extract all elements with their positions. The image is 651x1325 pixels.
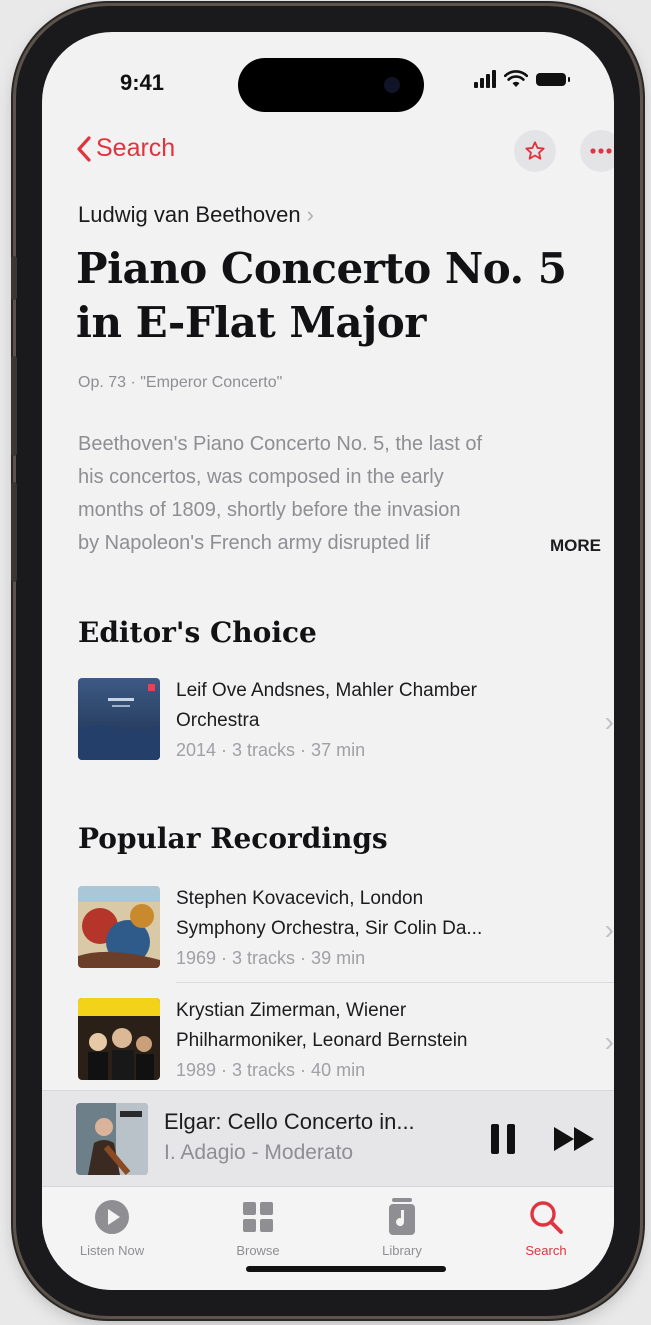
pause-button[interactable] — [488, 1123, 518, 1160]
description-line: Beethoven's Piano Concerto No. 5, the la… — [78, 433, 483, 455]
recording-meta: 1989 · 3 tracks · 40 min — [176, 1060, 366, 1080]
description-line: his concertos, was composed in the early — [78, 466, 444, 488]
title-line-2: in E-Flat Major — [76, 298, 426, 347]
chevron-right-icon: › — [604, 706, 614, 737]
tab-listen-now[interactable]: Listen Now — [62, 1197, 162, 1258]
now-playing-subtitle: I. Adagio - Moderato — [164, 1141, 354, 1164]
dynamic-island — [238, 58, 424, 112]
recording-artists-cont: Orchestra — [176, 710, 260, 731]
action-button — [11, 256, 17, 300]
recording-meta: 2014 · 3 tracks · 37 min — [176, 740, 366, 760]
recording-meta: 1969 · 3 tracks · 39 min — [176, 948, 366, 968]
recording-artists-cont: Philharmoniker, Leonard Bernstein — [176, 1030, 468, 1051]
pause-icon — [491, 1124, 515, 1154]
tab-label: Listen Now — [79, 1243, 145, 1258]
signal-icon — [474, 70, 496, 88]
ellipsis-icon — [590, 148, 612, 154]
home-indicator[interactable] — [246, 1266, 446, 1272]
now-playing-title: Elgar: Cello Concerto in... — [164, 1109, 415, 1134]
title-line-1: Piano Concerto No. 5 — [76, 244, 567, 293]
more-button[interactable]: MORE — [542, 536, 601, 556]
album-art — [78, 886, 160, 968]
wifi-icon — [504, 70, 528, 87]
play-circle-icon — [95, 1200, 129, 1234]
search-icon — [530, 1201, 563, 1234]
tab-label: Search — [525, 1243, 567, 1258]
list-item[interactable]: Krystian Zimerman, Wiener Philharmoniker… — [78, 998, 614, 1084]
back-button[interactable]: Search — [76, 134, 175, 163]
description: Beethoven's Piano Concerto No. 5, the la… — [78, 428, 608, 560]
divider — [176, 982, 614, 983]
album-art — [78, 678, 160, 760]
recording-artists: Stephen Kovacevich, London — [176, 888, 424, 909]
chevron-right-icon: › — [604, 914, 614, 945]
battery-icon — [536, 72, 570, 86]
chevron-right-icon: › — [604, 1026, 614, 1057]
composer-name: Ludwig van Beethoven — [78, 202, 301, 227]
back-label: Search — [96, 134, 176, 162]
mini-player[interactable]: Elgar: Cello Concerto in... I. Adagio - … — [42, 1090, 614, 1187]
library-icon — [389, 1198, 415, 1235]
chevron-right-icon: › — [306, 202, 314, 227]
now-playing-art — [76, 1103, 148, 1175]
tab-bar: Listen Now Browse Library Search — [42, 1186, 614, 1290]
chevron-left-icon — [77, 135, 91, 162]
fast-forward-icon — [554, 1127, 594, 1151]
tab-label: Library — [382, 1243, 422, 1258]
editors-choice-heading: Editor's Choice — [78, 616, 317, 649]
status-time: 9:41 — [120, 70, 165, 95]
more-options-button[interactable] — [580, 130, 614, 172]
skip-forward-button[interactable] — [552, 1125, 598, 1158]
tab-search[interactable]: Search — [496, 1197, 596, 1258]
page-title: Piano Concerto No. 5 in E-Flat Major — [76, 242, 614, 350]
description-line: by Napoleon's French army disrupted lif — [78, 532, 430, 554]
volume-up-button — [11, 356, 17, 456]
star-icon — [525, 141, 545, 160]
recording-artists: Leif Ove Andsnes, Mahler Chamber — [176, 680, 477, 701]
work-subtitle: Op. 73 · "Emperor Concerto" — [78, 374, 283, 391]
tab-browse[interactable]: Browse — [208, 1197, 308, 1258]
volume-down-button — [11, 482, 17, 582]
editors-choice-item[interactable]: Leif Ove Andsnes, Mahler Chamber Orchest… — [78, 678, 614, 764]
grid-icon — [243, 1202, 273, 1232]
list-item[interactable]: Stephen Kovacevich, London Symphony Orch… — [78, 886, 614, 972]
status-icons — [474, 70, 570, 88]
album-art — [78, 998, 160, 1080]
screen: 9:41 Search Ludwig van Beethoven › Piano… — [42, 32, 614, 1290]
description-line: months of 1809, shortly before the invas… — [78, 499, 461, 521]
popular-recordings-heading: Popular Recordings — [78, 822, 388, 855]
phone-frame: 9:41 Search Ludwig van Beethoven › Piano… — [11, 6, 640, 1316]
tab-label: Browse — [236, 1243, 280, 1258]
composer-link[interactable]: Ludwig van Beethoven › — [78, 202, 314, 228]
favorite-button[interactable] — [514, 130, 556, 172]
tab-library[interactable]: Library — [352, 1197, 452, 1258]
recording-artists: Krystian Zimerman, Wiener — [176, 1000, 407, 1021]
recording-artists-cont: Symphony Orchestra, Sir Colin Da... — [176, 918, 483, 939]
